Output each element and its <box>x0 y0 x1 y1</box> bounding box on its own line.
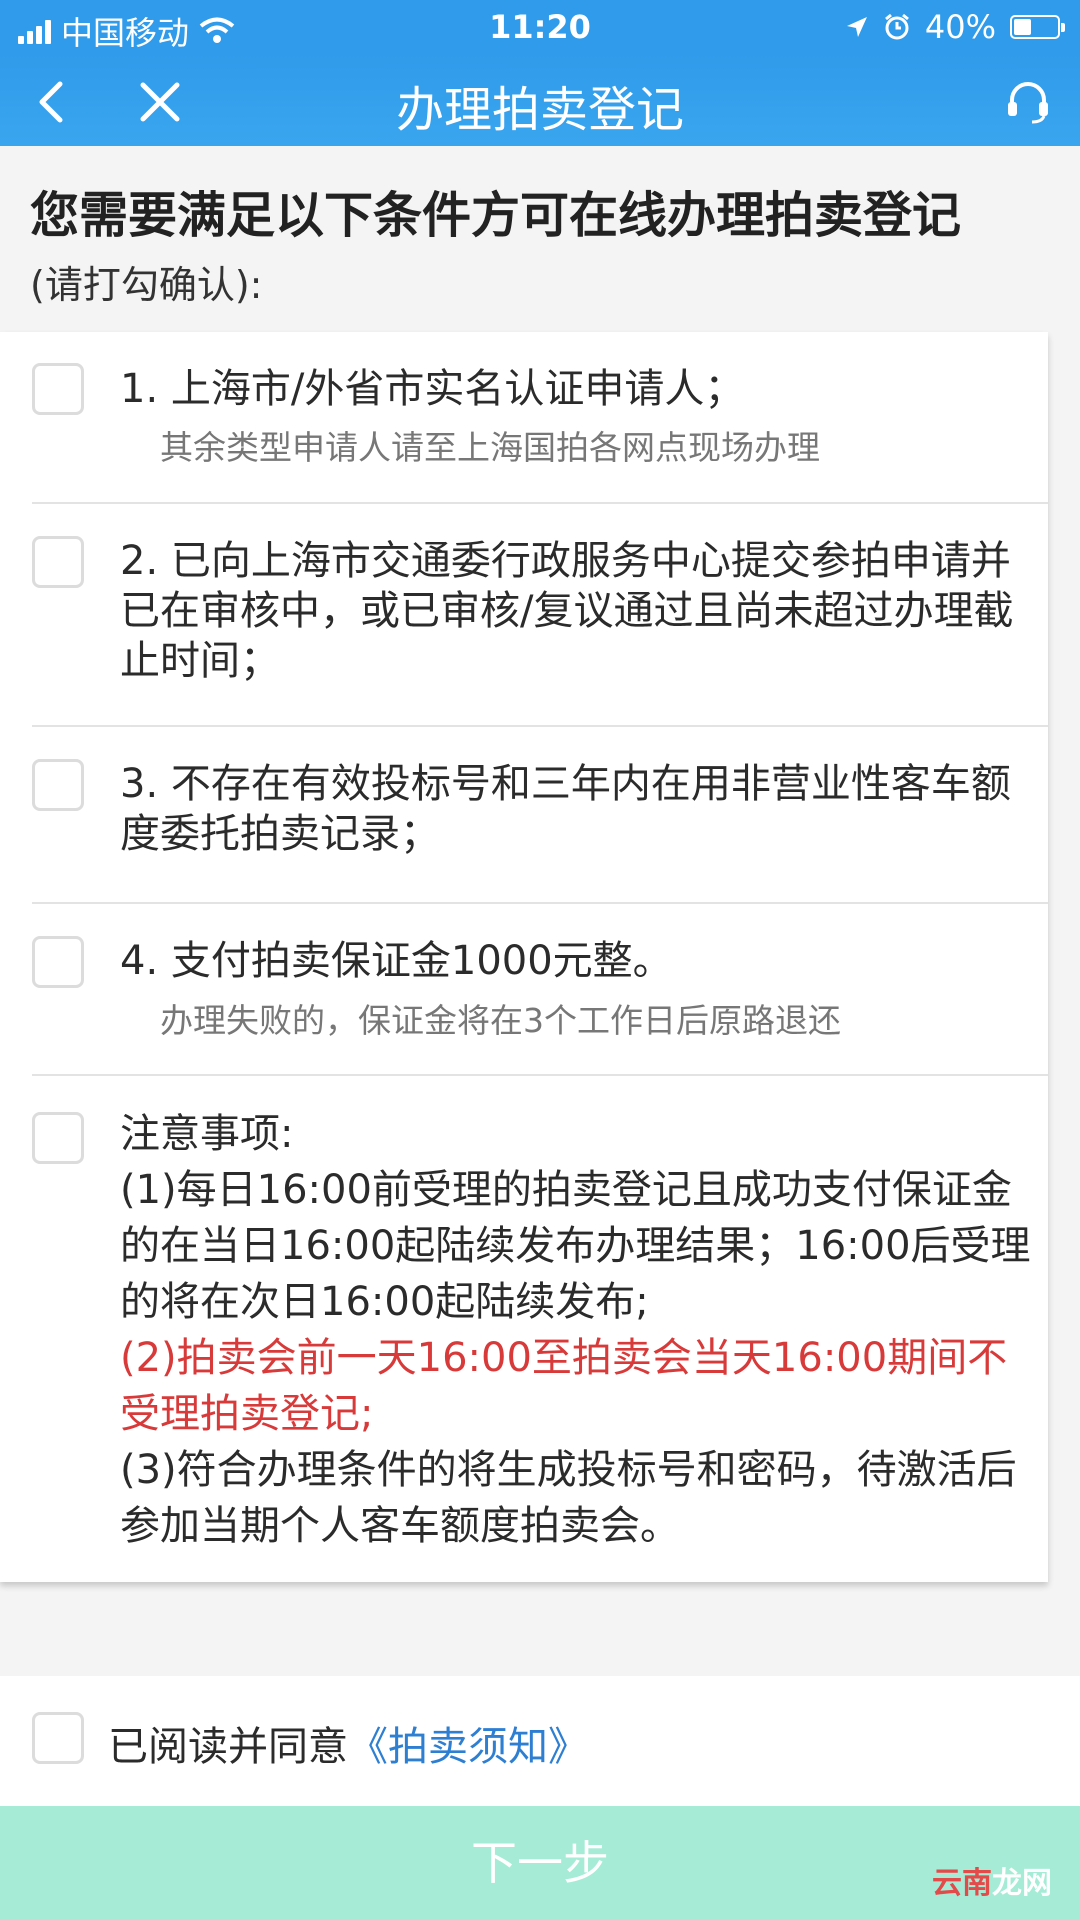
note-1: (1)每日16:00前受理的拍卖登记且成功支付保证金的在当日16:00起陆续发布… <box>120 1167 1031 1325</box>
condition-text-4: 4. 支付拍卖保证金1000元整。 <box>120 938 673 984</box>
agreement-bar: 已阅读并同意《拍卖须知》 <box>0 1676 1080 1806</box>
agreement-text: 已阅读并同意《拍卖须知》 <box>108 1714 588 1772</box>
support-button[interactable] <box>998 72 1058 132</box>
note-3: (3)符合办理条件的将生成投标号和密码，待激活后参加当期个人客车额度拍卖会。 <box>120 1447 1017 1549</box>
page-title: 办理拍卖登记 <box>395 82 684 138</box>
conditions-title: 您需要满足以下条件方可在线办理拍卖登记 <box>30 187 962 244</box>
divider <box>32 502 1048 504</box>
divider <box>32 902 1048 904</box>
condition-checkbox-2[interactable] <box>32 536 84 588</box>
nav-bar: 办理拍卖登记 <box>0 54 1080 146</box>
next-step-button[interactable]: 下一步 <box>0 1806 1080 1920</box>
condition-checkbox-3[interactable] <box>32 759 84 811</box>
conditions-header: 您需要满足以下条件方可在线办理拍卖登记 (请打勾确认): <box>0 146 1080 332</box>
agreement-prefix: 已阅读并同意 <box>108 1724 348 1770</box>
condition-checkbox-4[interactable] <box>32 936 84 988</box>
notes-checkbox[interactable] <box>32 1112 84 1164</box>
condition-checkbox-1[interactable] <box>32 363 84 415</box>
status-bar: 中国移动 11:20 40% <box>0 0 1080 54</box>
auction-notice-link[interactable]: 《拍卖须知》 <box>348 1724 588 1770</box>
divider <box>32 1074 1048 1076</box>
watermark-logo: 云南龙网 <box>932 1866 1052 1901</box>
headset-icon <box>1008 82 1048 124</box>
notes-heading: 注意事项: <box>120 1111 294 1157</box>
note-2-warning: (2)拍卖会前一天16:00至拍卖会当天16:00期间不受理拍卖登记; <box>120 1335 1008 1437</box>
condition-text-3: 3. 不存在有效投标号和三年内在用非营业性客车额度委托拍卖记录； <box>120 761 1011 857</box>
conditions-subtitle: (请打勾确认): <box>30 263 263 307</box>
condition-note-4: 办理失败的，保证金将在3个工作日后原路退还 <box>160 1001 841 1040</box>
location-icon <box>846 17 867 37</box>
conditions-card: 1. 上海市/外省市实名认证申请人； 其余类型申请人请至上海国拍各网点现场办理 … <box>0 332 1048 1582</box>
alarm-icon <box>884 13 909 40</box>
condition-text-2: 2. 已向上海市交通委行政服务中心提交参拍申请并已在审核中，或已审核/复议通过且… <box>120 538 1014 684</box>
notes-block: 注意事项: (1)每日16:00前受理的拍卖登记且成功支付保证金的在当日16:0… <box>120 1106 1042 1554</box>
battery-percent: 40% <box>924 8 996 46</box>
divider <box>32 725 1048 727</box>
condition-note-1: 其余类型申请人请至上海国拍各网点现场办理 <box>160 428 820 467</box>
battery-icon <box>1010 15 1065 39</box>
condition-text-1: 1. 上海市/外省市实名认证申请人； <box>120 366 745 412</box>
agreement-checkbox[interactable] <box>32 1712 84 1764</box>
